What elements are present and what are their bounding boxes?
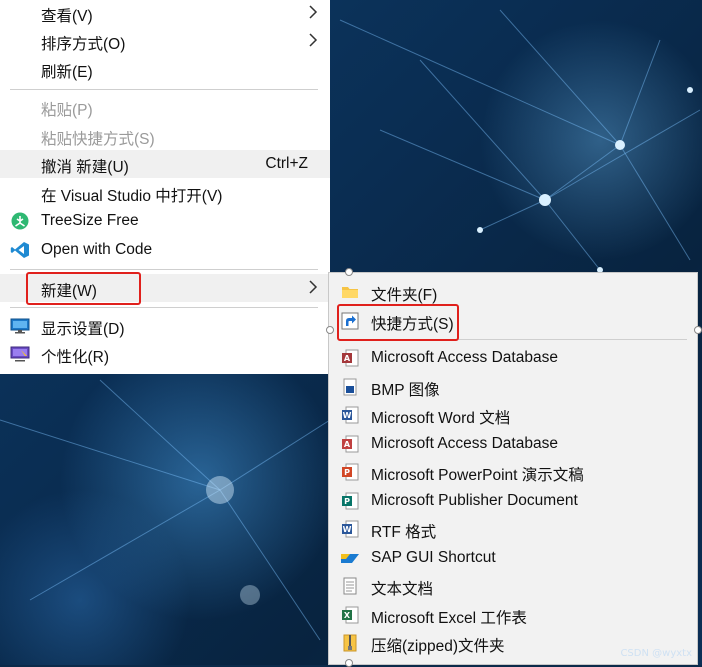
rtf-icon: W [342, 520, 359, 538]
submenu-item-label: 压缩(zipped)文件夹 [371, 638, 505, 655]
highlight-box-shortcut [337, 304, 459, 341]
access-icon: A [342, 435, 359, 453]
svg-text:W: W [343, 411, 352, 420]
chevron-right-icon [309, 280, 318, 294]
submenu-item-access-database[interactable]: A Microsoft Access Database [329, 344, 697, 372]
menu-item-label: TreeSize Free [41, 212, 139, 229]
menu-separator [10, 269, 318, 270]
menu-item-paste-shortcut[interactable]: 粘贴快捷方式(S) [0, 122, 330, 150]
svg-text:X: X [344, 611, 351, 620]
submenu-item-label: 文件夹(F) [371, 287, 438, 304]
sap-icon [341, 554, 359, 563]
menu-item-label: 粘贴快捷方式(S) [41, 131, 155, 148]
folder-icon [342, 287, 358, 298]
svg-text:A: A [344, 440, 351, 449]
submenu-item-label: Microsoft Publisher Document [371, 492, 578, 509]
zip-folder-icon [343, 634, 357, 652]
menu-item-display-settings[interactable]: 显示设置(D) [0, 312, 330, 340]
chevron-right-icon [309, 5, 318, 19]
menu-item-label: Open with Code [41, 241, 153, 258]
highlight-box-new [26, 272, 141, 305]
vscode-icon [10, 242, 30, 258]
access-icon: A [342, 349, 359, 367]
chevron-right-icon [309, 33, 318, 47]
word-icon: W [342, 406, 359, 424]
submenu-item-label: BMP 图像 [371, 382, 440, 399]
submenu-item-label: RTF 格式 [371, 524, 437, 541]
shortcut-label: Ctrl+Z [265, 155, 308, 172]
menu-item-label: 粘贴(P) [41, 102, 93, 119]
menu-item-label: 个性化(R) [41, 349, 110, 366]
submenu-item-rtf[interactable]: W RTF 格式 [329, 515, 697, 543]
resize-handle [345, 268, 353, 276]
menu-item-label: 刷新(E) [41, 64, 93, 81]
svg-text:P: P [344, 468, 350, 477]
menu-item-personalize[interactable]: 个性化(R) [0, 340, 330, 368]
submenu-item-word-document[interactable]: W Microsoft Word 文档 [329, 401, 697, 429]
watermark: CSDN @wyxtx [620, 648, 692, 659]
menu-separator [10, 307, 318, 308]
svg-text:W: W [343, 525, 352, 534]
submenu-item-excel[interactable]: X Microsoft Excel 工作表 [329, 601, 697, 629]
display-icon [10, 318, 30, 334]
publisher-icon: P [342, 492, 359, 510]
menu-item-undo-new[interactable]: 撤消 新建(U) Ctrl+Z [0, 150, 330, 178]
menu-item-label: 查看(V) [41, 8, 93, 25]
menu-item-sort[interactable]: 排序方式(O) [0, 27, 330, 55]
submenu-item-label: Microsoft Excel 工作表 [371, 610, 527, 627]
excel-icon: X [342, 606, 359, 624]
menu-item-open-visual-studio[interactable]: 在 Visual Studio 中打开(V) [0, 179, 330, 207]
powerpoint-icon: P [342, 463, 359, 481]
personalize-icon [10, 346, 30, 362]
submenu-item-label: Microsoft Access Database [371, 435, 558, 452]
menu-item-label: 显示设置(D) [41, 321, 125, 338]
text-document-icon [343, 577, 357, 595]
submenu-item-access-database-2[interactable]: A Microsoft Access Database [329, 430, 697, 458]
bmp-icon [343, 378, 357, 396]
submenu-item-powerpoint[interactable]: P Microsoft PowerPoint 演示文稿 [329, 458, 697, 486]
menu-item-view[interactable]: 查看(V) [0, 0, 330, 27]
submenu-item-bmp-image[interactable]: BMP 图像 [329, 373, 697, 401]
svg-text:P: P [344, 497, 350, 506]
desktop-context-menu: 查看(V) 排序方式(O) 刷新(E) 粘贴(P) 粘贴快捷方式(S) 撤消 新… [0, 0, 330, 374]
menu-item-open-with-code[interactable]: Open with Code [0, 236, 330, 264]
menu-item-treesize[interactable]: TreeSize Free [0, 207, 330, 235]
menu-item-label: 撤消 新建(U) [41, 159, 129, 176]
menu-separator [10, 89, 318, 90]
menu-item-label: 在 Visual Studio 中打开(V) [41, 188, 223, 205]
svg-text:A: A [344, 354, 351, 363]
submenu-item-label: SAP GUI Shortcut [371, 549, 496, 566]
resize-handle [326, 326, 334, 334]
submenu-item-text-document[interactable]: 文本文档 [329, 572, 697, 600]
submenu-item-sap-gui-shortcut[interactable]: SAP GUI Shortcut [329, 544, 697, 572]
submenu-item-label: Microsoft Word 文档 [371, 410, 511, 427]
treesize-icon [11, 212, 29, 230]
submenu-item-publisher[interactable]: P Microsoft Publisher Document [329, 487, 697, 515]
submenu-item-folder[interactable]: 文件夹(F) [329, 278, 697, 306]
submenu-item-label: 文本文档 [371, 581, 434, 598]
submenu-item-label: Microsoft Access Database [371, 349, 558, 366]
resize-handle [345, 659, 353, 667]
menu-item-refresh[interactable]: 刷新(E) [0, 55, 330, 83]
submenu-item-label: Microsoft PowerPoint 演示文稿 [371, 467, 584, 484]
menu-item-label: 排序方式(O) [41, 36, 126, 53]
menu-item-paste[interactable]: 粘贴(P) [0, 93, 330, 121]
resize-handle [694, 326, 702, 334]
